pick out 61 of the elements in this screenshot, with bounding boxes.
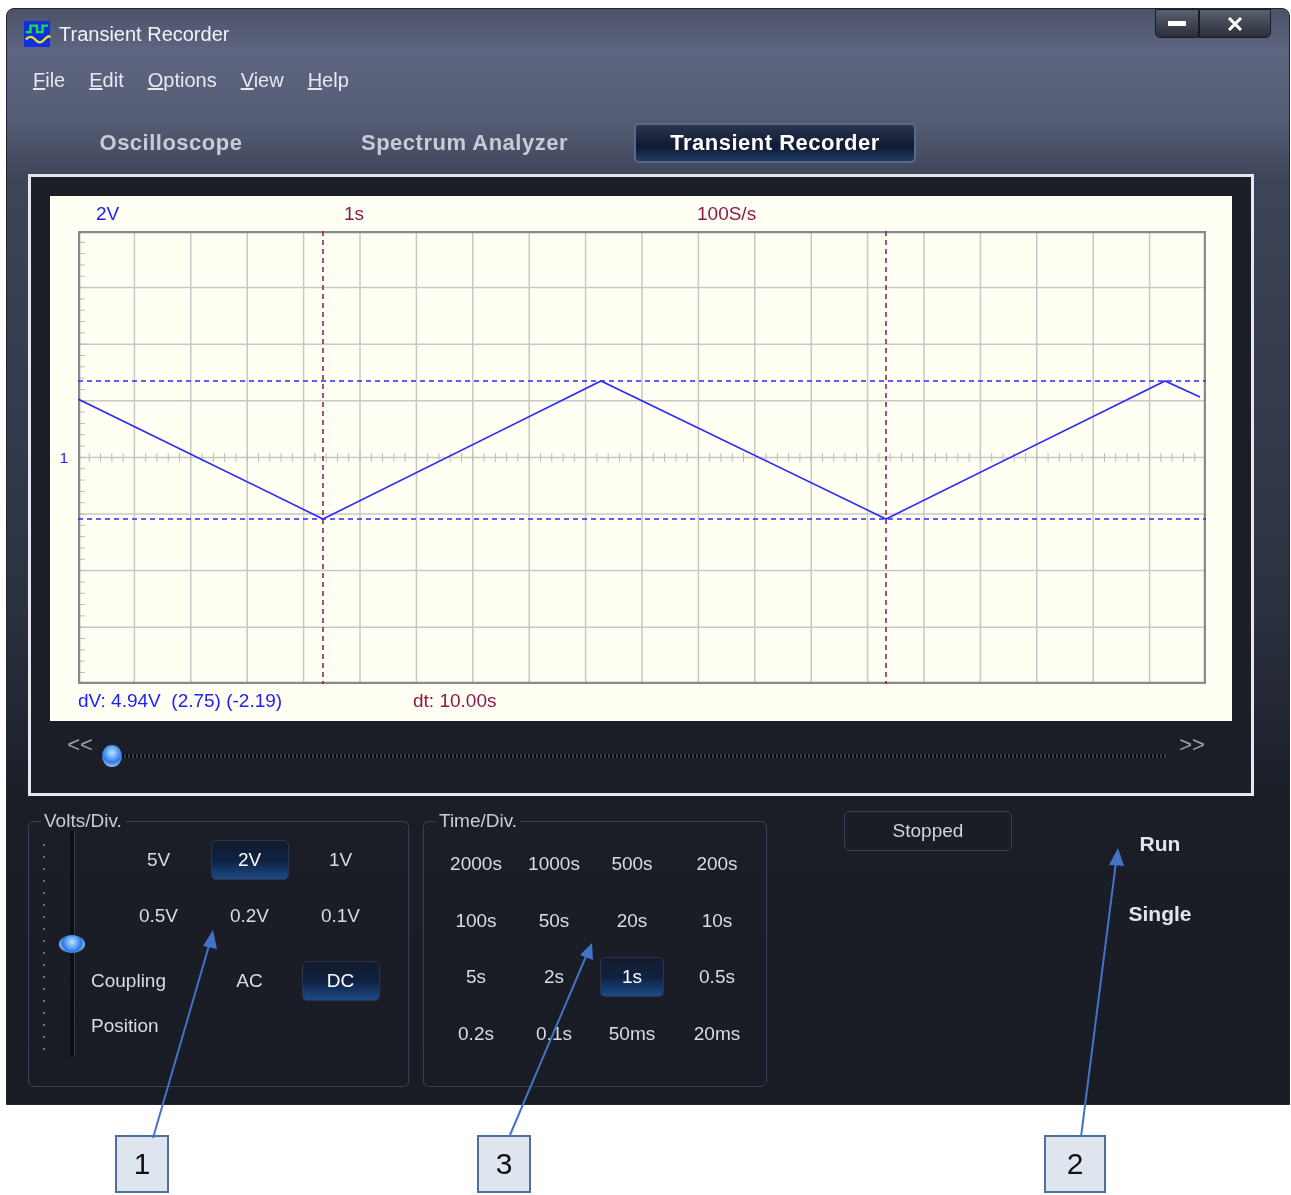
- coupling-option[interactable]: AC: [210, 961, 289, 1001]
- time-option[interactable]: 200s: [685, 844, 749, 884]
- time-option[interactable]: 50ms: [600, 1013, 664, 1054]
- menu-item[interactable]: Options: [147, 68, 217, 92]
- menu-item[interactable]: View: [240, 68, 284, 92]
- time-option[interactable]: 0.5s: [685, 957, 749, 997]
- cursor-line[interactable]: [322, 231, 324, 684]
- sample-rate-label: 100S/s: [697, 202, 758, 225]
- callout-label: 2: [1044, 1135, 1106, 1193]
- scroll-back-button[interactable]: <<: [54, 732, 106, 758]
- scroll-forward-button[interactable]: >>: [1166, 732, 1218, 758]
- group-title: Time/Div.: [438, 810, 519, 832]
- mode-tab[interactable]: Oscilloscope: [47, 123, 295, 163]
- coupling-option[interactable]: DC: [301, 961, 380, 1001]
- menu-item[interactable]: Edit: [89, 68, 124, 92]
- time-option[interactable]: 0.2s: [444, 1013, 508, 1054]
- volts-option[interactable]: 0.1V: [301, 896, 380, 936]
- scroll-thumb[interactable]: [102, 745, 122, 767]
- minimize-button[interactable]: [1155, 9, 1199, 38]
- time-readout: dt: 10.00s: [413, 690, 497, 712]
- slider-thumb[interactable]: [59, 935, 85, 953]
- volts-label: 2V: [96, 202, 121, 225]
- time-option[interactable]: 50s: [522, 900, 586, 941]
- callout-label: 3: [477, 1135, 531, 1193]
- coupling-label: Coupling: [91, 969, 166, 993]
- time-label: 1s: [344, 202, 366, 225]
- menu-item[interactable]: Help: [307, 68, 349, 92]
- volts-option[interactable]: 0.2V: [210, 896, 289, 936]
- close-icon: [1227, 16, 1243, 31]
- volts-option[interactable]: 1V: [301, 840, 380, 880]
- time-option[interactable]: 1s: [600, 957, 664, 997]
- cursor-line[interactable]: [78, 518, 1206, 520]
- time-option[interactable]: 5s: [444, 957, 508, 997]
- minimize-icon: [1168, 20, 1186, 27]
- mode-tab[interactable]: Transient Recorder: [634, 123, 916, 163]
- window-title: Transient Recorder: [59, 22, 230, 46]
- time-option[interactable]: 2000s: [444, 844, 508, 884]
- cursor-line[interactable]: [78, 380, 1206, 382]
- time-option[interactable]: 10s: [685, 900, 749, 941]
- time-option[interactable]: 100s: [444, 900, 508, 941]
- callout-label: 1: [115, 1135, 169, 1193]
- volts-option[interactable]: 2V: [210, 840, 289, 880]
- time-option[interactable]: 2s: [522, 957, 586, 997]
- voltage-readout: dV: 4.94V (2.75) (-2.19): [78, 690, 284, 712]
- close-button[interactable]: [1199, 9, 1271, 38]
- channel-marker: 1: [59, 449, 69, 466]
- time-option[interactable]: 20ms: [685, 1013, 749, 1054]
- menu-item[interactable]: File: [33, 68, 66, 92]
- time-option[interactable]: 20s: [600, 900, 664, 941]
- cursor-line[interactable]: [885, 231, 887, 684]
- mode-tab[interactable]: Spectrum Analyzer: [295, 123, 634, 163]
- position-label: Position: [91, 1015, 160, 1037]
- time-option[interactable]: 1000s: [522, 844, 586, 884]
- action-button[interactable]: Run: [1135, 824, 1185, 864]
- time-option[interactable]: 500s: [600, 844, 664, 884]
- group-title: Volts/Div.: [43, 810, 123, 832]
- volts-option[interactable]: 5V: [119, 840, 198, 880]
- status-field: Stopped: [844, 811, 1012, 851]
- action-button[interactable]: Single: [1124, 894, 1196, 934]
- volts-option[interactable]: 0.5V: [119, 896, 198, 936]
- app-icon: [23, 21, 51, 47]
